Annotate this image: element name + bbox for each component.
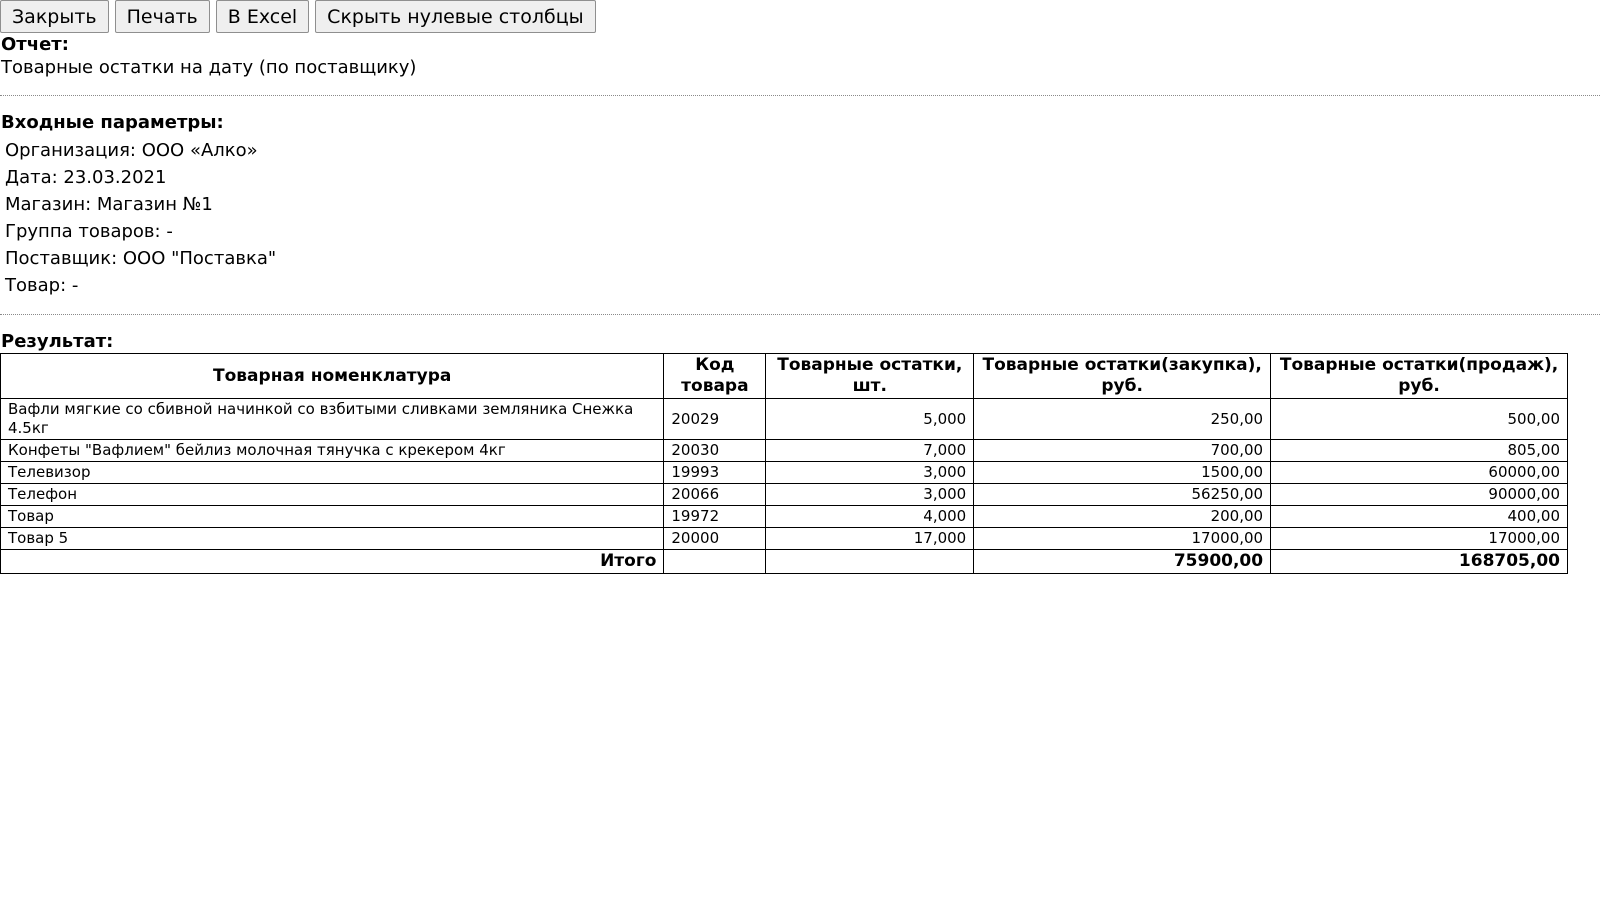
cell-sale: 805,00 — [1270, 439, 1568, 462]
cell-qty: 5,000 — [765, 398, 975, 440]
total-qty — [765, 549, 975, 574]
cell-name: Товар 5 — [0, 527, 665, 550]
print-button[interactable]: Печать — [114, 0, 210, 33]
cell-purchase: 700,00 — [973, 439, 1272, 462]
param-date: Дата: 23.03.2021 — [5, 167, 167, 188]
cell-purchase: 1500,00 — [973, 461, 1272, 484]
cell-sale: 60000,00 — [1270, 461, 1568, 484]
column-header-qty: Товарные остатки, шт. — [765, 353, 975, 399]
cell-name: Телефон — [0, 483, 665, 506]
params-heading: Входные параметры: — [1, 112, 224, 133]
cell-name: Товар — [0, 505, 665, 528]
table-row: Телефон 20066 3,000 56250,00 90000,00 — [0, 483, 1568, 506]
cell-purchase: 17000,00 — [973, 527, 1272, 550]
column-header-purchase: Товарные остатки(закупка), руб. — [973, 353, 1272, 399]
cell-qty: 4,000 — [765, 505, 975, 528]
table-row: Вафли мягкие со сбивной начинкой со взби… — [0, 398, 1568, 440]
toolbar: Закрыть Печать В Excel Скрыть нулевые ст… — [0, 0, 596, 34]
table-row: Телевизор 19993 3,000 1500,00 60000,00 — [0, 461, 1568, 484]
total-code — [663, 549, 767, 574]
table-row: Товар 5 20000 17,000 17000,00 17000,00 — [0, 527, 1568, 550]
cell-name: Конфеты "Вафлием" бейлиз молочная тянучк… — [0, 439, 665, 462]
result-heading: Результат: — [1, 331, 114, 352]
cell-sale: 400,00 — [1270, 505, 1568, 528]
cell-qty: 17,000 — [765, 527, 975, 550]
total-label: Итого — [0, 549, 665, 574]
params-list: Организация: ООО «Алко» Дата: 23.03.2021… — [5, 137, 276, 299]
cell-code: 20066 — [663, 483, 767, 506]
cell-code: 20000 — [663, 527, 767, 550]
results-table: Товарная номенклатура Код товара Товарны… — [0, 353, 1568, 574]
cell-sale: 17000,00 — [1270, 527, 1568, 550]
cell-purchase: 56250,00 — [973, 483, 1272, 506]
param-product-group: Группа товаров: - — [5, 221, 173, 242]
cell-code: 20030 — [663, 439, 767, 462]
cell-sale: 90000,00 — [1270, 483, 1568, 506]
cell-code: 20029 — [663, 398, 767, 440]
cell-name: Телевизор — [0, 461, 665, 484]
report-heading: Отчет: — [1, 34, 69, 55]
divider — [0, 95, 1600, 96]
column-header-code: Код товара — [663, 353, 767, 399]
cell-sale: 500,00 — [1270, 398, 1568, 440]
excel-export-button[interactable]: В Excel — [215, 0, 310, 33]
table-header-row: Товарная номенклатура Код товара Товарны… — [0, 353, 1568, 399]
total-row: Итого 75900,00 168705,00 — [0, 549, 1568, 574]
cell-purchase: 250,00 — [973, 398, 1272, 440]
cell-qty: 7,000 — [765, 439, 975, 462]
cell-purchase: 200,00 — [973, 505, 1272, 528]
column-header-sale: Товарные остатки(продаж), руб. — [1270, 353, 1568, 399]
table-row: Конфеты "Вафлием" бейлиз молочная тянучк… — [0, 439, 1568, 462]
param-store: Магазин: Магазин №1 — [5, 194, 213, 215]
cell-qty: 3,000 — [765, 483, 975, 506]
close-button[interactable]: Закрыть — [0, 0, 109, 33]
report-name: Товарные остатки на дату (по поставщику) — [1, 57, 417, 78]
table-row: Товар 19972 4,000 200,00 400,00 — [0, 505, 1568, 528]
cell-code: 19972 — [663, 505, 767, 528]
param-organization: Организация: ООО «Алко» — [5, 140, 258, 161]
cell-code: 19993 — [663, 461, 767, 484]
divider — [0, 314, 1600, 315]
param-product: Товар: - — [5, 275, 79, 296]
hide-zero-columns-button[interactable]: Скрыть нулевые столбцы — [315, 0, 596, 33]
cell-name: Вафли мягкие со сбивной начинкой со взби… — [0, 398, 665, 440]
total-purchase: 75900,00 — [973, 549, 1272, 574]
param-supplier: Поставщик: ООО "Поставка" — [5, 248, 277, 269]
cell-qty: 3,000 — [765, 461, 975, 484]
total-sale: 168705,00 — [1270, 549, 1568, 574]
column-header-name: Товарная номенклатура — [0, 353, 665, 399]
